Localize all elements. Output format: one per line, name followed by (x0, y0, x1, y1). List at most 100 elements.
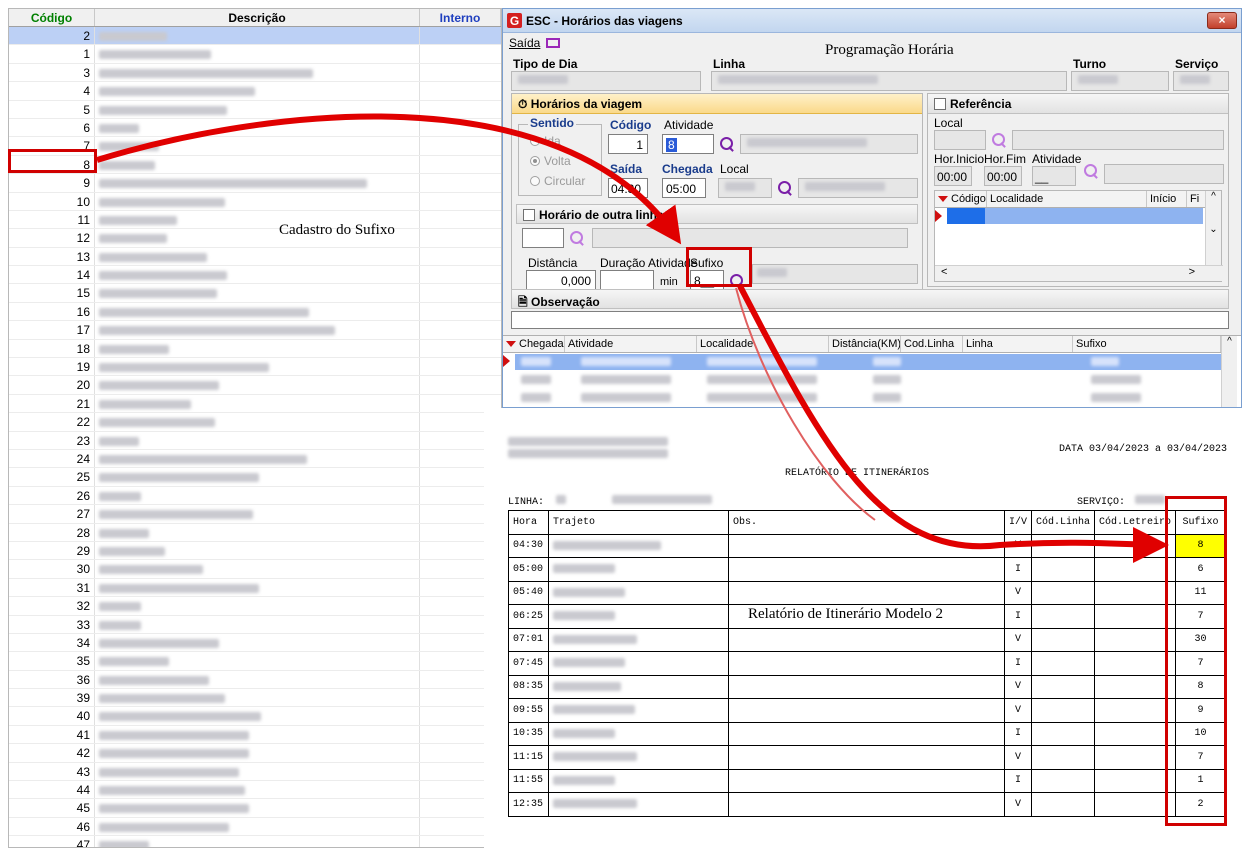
table-row[interactable]: 13 (9, 247, 501, 267)
ref-grid-selected-row[interactable] (947, 208, 1203, 224)
table-row[interactable]: 15 (9, 284, 501, 303)
distancia-input[interactable]: 0,000 (526, 270, 596, 290)
table-row[interactable]: 28 (9, 523, 501, 542)
chegada-input[interactable]: 05:00 (662, 178, 706, 198)
ref-atividade-input[interactable]: __ (1032, 166, 1076, 186)
table-row[interactable]: 44 (9, 781, 501, 800)
table-row[interactable]: 40 (9, 707, 501, 726)
table-row[interactable]: 10 (9, 192, 501, 211)
table-row[interactable]: 17 (9, 321, 501, 340)
table-row[interactable]: 12 (9, 229, 501, 248)
menu-saida[interactable]: Saída (509, 36, 540, 50)
linha-field[interactable] (711, 71, 1067, 91)
referencia-checkbox[interactable] (934, 98, 946, 110)
radio-circular-circle[interactable] (530, 176, 540, 186)
table-row[interactable]: 4 (9, 82, 501, 101)
table-row[interactable]: 20 (9, 376, 501, 395)
outra-linha-checkbox[interactable] (523, 209, 535, 221)
ref-col-codigo[interactable]: Código (935, 191, 987, 207)
table-row[interactable]: 41 (9, 725, 501, 745)
table-row[interactable]: 32 (9, 597, 501, 616)
table-row[interactable]: 2 (9, 27, 501, 46)
tipo-de-dia-field[interactable] (511, 71, 701, 91)
table-row[interactable]: 29 (9, 541, 501, 561)
trips-col-distancia[interactable]: Distância(KM) (829, 336, 901, 352)
codigo-input[interactable]: 1 (608, 134, 648, 154)
table-row[interactable]: 3 (9, 63, 501, 83)
table-row[interactable]: 42 (9, 744, 501, 763)
trips-col-atividade[interactable]: Atividade (565, 336, 697, 352)
table-row[interactable]: 21 (9, 394, 501, 414)
table-row[interactable]: 23 (9, 431, 501, 450)
table-row[interactable]: 31 (9, 578, 501, 598)
servico-field[interactable] (1173, 71, 1229, 91)
trips-col-chegada[interactable]: Chegada (503, 336, 565, 352)
table-row[interactable]: 6 (9, 118, 501, 138)
table-row[interactable]: 9 (9, 174, 501, 193)
atividade-input[interactable]: 8 (662, 134, 714, 154)
trips-col-codlinha[interactable]: Cod.Linha (901, 336, 963, 352)
observacao-input[interactable] (511, 311, 1229, 329)
trips-grid[interactable]: Chegada Atividade Localidade Distância(K… (503, 335, 1241, 407)
referencia-header[interactable]: Referência (928, 94, 1228, 114)
table-row[interactable]: 34 (9, 633, 501, 653)
ref-atividade-search-icon[interactable] (1084, 164, 1098, 178)
ref-local-search-icon[interactable] (992, 133, 1006, 147)
hor-inicio-input[interactable]: 00:00 (934, 166, 972, 186)
radio-ida-circle[interactable] (530, 136, 540, 146)
ref-col-localidade[interactable]: Localidade (987, 191, 1147, 207)
radio-volta[interactable]: Volta (530, 154, 571, 168)
table-row[interactable]: 5 (9, 100, 501, 119)
ref-col-fim[interactable]: Fi (1187, 191, 1207, 207)
table-row[interactable]: 11 (9, 210, 501, 230)
outra-linha-header[interactable]: Horário de outra linha (516, 204, 918, 224)
radio-circular[interactable]: Circular (530, 174, 585, 188)
table-row[interactable]: 26 (9, 486, 501, 506)
atividade-search-icon[interactable] (720, 137, 734, 151)
radio-volta-circle[interactable] (530, 156, 540, 166)
table-row[interactable]: 30 (9, 560, 501, 579)
table-row[interactable]: 46 (9, 817, 501, 837)
table-row[interactable]: 1 (9, 45, 501, 64)
table-row[interactable]: 14 (9, 266, 501, 285)
trips-row[interactable] (515, 390, 1221, 406)
table-row[interactable]: 33 (9, 615, 501, 634)
col-interno-header[interactable]: Interno (420, 9, 501, 26)
table-row[interactable]: 19 (9, 358, 501, 377)
saida-input[interactable]: 04:30 (608, 178, 648, 198)
table-row[interactable]: 47 (9, 836, 501, 847)
table-row[interactable]: 45 (9, 799, 501, 818)
col-descricao-header[interactable]: Descrição (95, 9, 420, 26)
trips-col-localidade[interactable]: Localidade (697, 336, 829, 352)
hor-fim-input[interactable]: 00:00 (984, 166, 1022, 186)
sufixo-grid[interactable]: Código Descrição Interno 2 1 3 4 5 6 7 8 9 10 11 12… (8, 8, 502, 848)
local-search-icon[interactable] (778, 181, 792, 195)
ref-local-input[interactable] (934, 130, 986, 150)
outra-linha-search-icon[interactable] (570, 231, 584, 245)
table-row[interactable]: 18 (9, 339, 501, 359)
table-row[interactable]: 24 (9, 449, 501, 469)
trips-grid-vscroll[interactable]: ^ (1221, 336, 1237, 407)
table-row[interactable]: 25 (9, 468, 501, 487)
table-row[interactable]: 35 (9, 652, 501, 671)
table-row[interactable]: 16 (9, 302, 501, 322)
ref-col-inicio[interactable]: Início (1147, 191, 1187, 207)
ref-grid[interactable]: Código Localidade Início Fi ^ ⌄ < > (934, 190, 1223, 282)
trips-row-selected[interactable] (515, 354, 1221, 370)
col-codigo-header[interactable]: Código (9, 9, 95, 26)
duracao-input[interactable] (600, 270, 654, 290)
table-row[interactable]: 36 (9, 670, 501, 690)
trips-row[interactable] (515, 372, 1221, 388)
table-row[interactable]: 39 (9, 689, 501, 708)
trips-col-sufixo[interactable]: Sufixo (1073, 336, 1221, 352)
close-button[interactable]: × (1207, 12, 1237, 29)
trips-col-linha[interactable]: Linha (963, 336, 1073, 352)
local-input[interactable] (718, 178, 772, 198)
table-row[interactable]: 22 (9, 413, 501, 432)
ref-grid-vscroll[interactable]: ^ ⌄ (1205, 191, 1221, 267)
table-row[interactable]: 43 (9, 762, 501, 782)
title-bar[interactable]: G ESC - Horários das viagens × (503, 9, 1241, 33)
radio-ida[interactable]: Ida (530, 134, 561, 148)
monitor-icon[interactable] (546, 38, 561, 48)
table-row[interactable]: 27 (9, 505, 501, 524)
